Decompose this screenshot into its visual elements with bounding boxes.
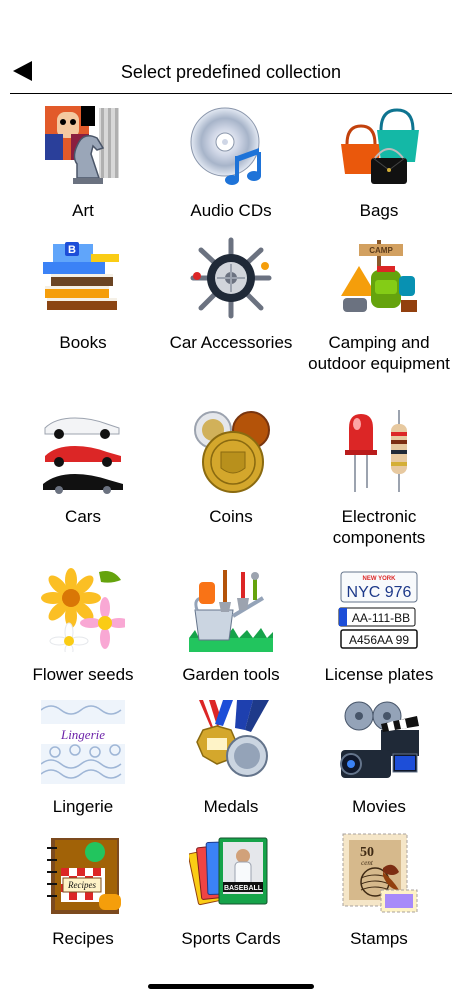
collection-item-car-accessories[interactable]: Car Accessories [154, 236, 308, 353]
collection-item-coins[interactable]: Coins [154, 410, 308, 527]
collection-item-electronic-components[interactable]: Electronic components [302, 410, 456, 548]
collection-label: Recipes [52, 929, 114, 948]
movies-icon [340, 701, 419, 778]
svg-text:50: 50 [360, 845, 374, 860]
collection-label: Movies [352, 797, 406, 816]
collection-label: Bags [359, 201, 399, 220]
collection-item-stamps[interactable]: 50 cent Stamps [302, 832, 456, 949]
collection-item-medals[interactable]: Medals [154, 700, 308, 817]
recipes-icon: Recipes [47, 838, 121, 914]
collection-item-cars[interactable]: Cars [6, 410, 160, 527]
svg-text:cent: cent [361, 859, 374, 867]
collection-item-license-plates[interactable]: NEW YORK NYC 976 AA-111-BB A456AA 99 Lic… [302, 568, 456, 685]
collection-label: Lingerie [52, 797, 114, 816]
license-plates-icon: NEW YORK NYC 976 AA-111-BB A456AA 99 [338, 571, 418, 649]
header-divider [10, 93, 452, 94]
collection-label: Flower seeds [32, 665, 134, 684]
collection-label: Art [72, 201, 94, 220]
svg-text:CAMP: CAMP [369, 246, 393, 255]
collection-item-art[interactable]: Art [6, 104, 160, 221]
home-indicator[interactable] [148, 984, 314, 989]
garden-tools-icon [189, 570, 273, 652]
collection-item-lingerie[interactable]: Lingerie Lingerie [6, 700, 160, 817]
header-bar: Select predefined collection [0, 0, 462, 94]
svg-text:Recipes: Recipes [67, 880, 96, 890]
audio-cd-icon [190, 107, 261, 185]
collection-item-books[interactable]: B Books [6, 236, 160, 353]
collection-item-audio-cds[interactable]: Audio CDs [154, 104, 308, 221]
collection-item-sports-cards[interactable]: BASEBALL Sports Cards [154, 832, 308, 949]
bags-icon [341, 108, 419, 184]
collection-label: Electronic components [332, 507, 426, 547]
page-title: Select predefined collection [120, 62, 342, 82]
collection-item-flower-seeds[interactable]: Flower seeds [6, 568, 160, 685]
coins-icon [194, 411, 270, 493]
collection-label: Books [59, 333, 107, 352]
lingerie-icon: Lingerie [41, 700, 125, 784]
car-accessories-icon [190, 237, 272, 319]
collection-label: Medals [203, 797, 259, 816]
collection-item-garden-tools[interactable]: Garden tools [154, 568, 308, 685]
collection-item-bags[interactable]: Bags [302, 104, 456, 221]
art-icon [41, 104, 125, 188]
collection-item-recipes[interactable]: Recipes Recipes [6, 832, 160, 949]
books-icon: B [43, 242, 119, 310]
svg-text:B: B [68, 244, 76, 256]
collection-label: Coins [209, 507, 253, 526]
electronic-components-icon [345, 410, 407, 492]
stamps-icon: 50 cent [342, 833, 418, 913]
collection-item-camping[interactable]: CAMP Camping and outdoor equipment [302, 236, 456, 374]
svg-text:AA-111-BB: AA-111-BB [352, 611, 410, 625]
collection-label: Cars [65, 507, 101, 526]
collection-item-movies[interactable]: Movies [302, 700, 456, 817]
collection-label: Audio CDs [190, 201, 272, 220]
collection-label: License plates [324, 665, 434, 684]
camping-icon: CAMP [341, 240, 417, 312]
svg-text:NEW YORK: NEW YORK [363, 576, 397, 582]
cars-icon [43, 417, 123, 494]
collection-label: Sports Cards [181, 929, 281, 948]
svg-text:NYC 976: NYC 976 [347, 584, 412, 601]
sports-cards-icon: BASEBALL [189, 837, 268, 906]
collection-label: Car Accessories [169, 333, 293, 352]
collection-label: Garden tools [182, 665, 280, 684]
svg-text:A456AA 99: A456AA 99 [349, 633, 409, 647]
svg-text:BASEBALL: BASEBALL [224, 885, 263, 892]
flower-seeds-icon [41, 568, 125, 652]
collection-label: Camping and outdoor equipment [308, 333, 450, 373]
medals-icon [196, 700, 269, 777]
collection-label: Stamps [350, 929, 408, 948]
svg-text:Lingerie: Lingerie [60, 727, 105, 742]
